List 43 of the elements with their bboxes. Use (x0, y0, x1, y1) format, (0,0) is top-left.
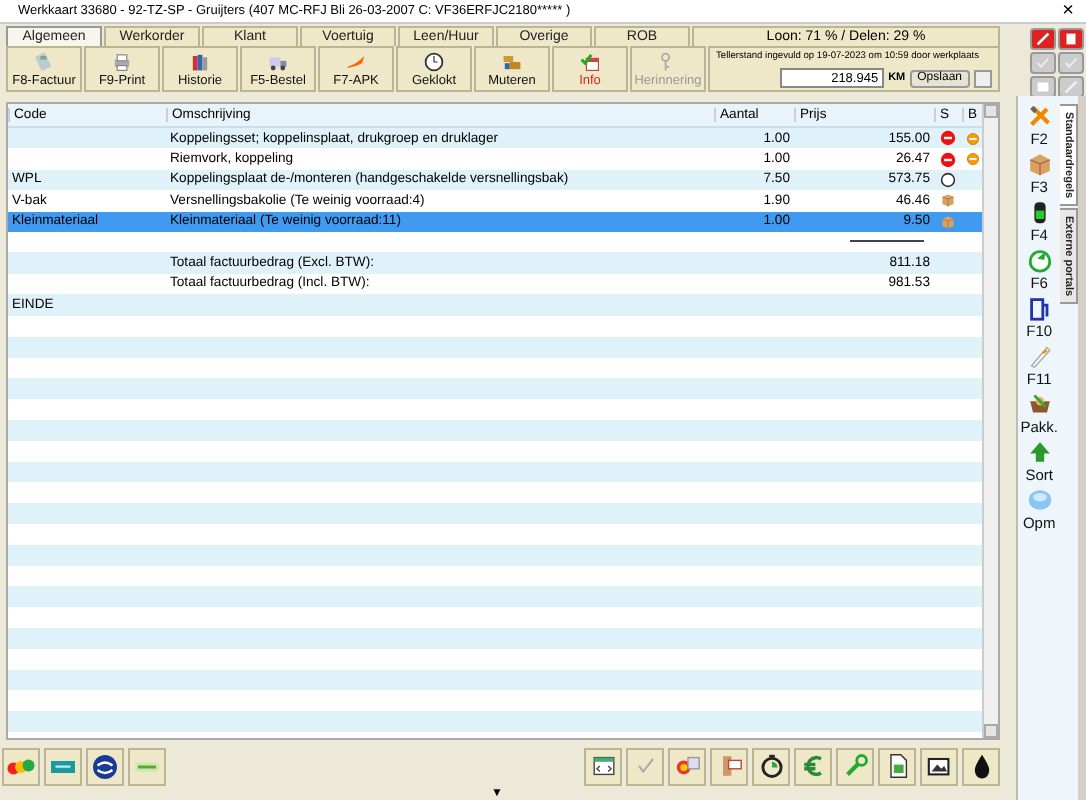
pen-icon (1025, 342, 1054, 370)
clock-icon (1025, 246, 1054, 274)
basket-icon (1025, 390, 1054, 418)
corner-button[interactable] (1058, 76, 1084, 98)
euro-icon (799, 752, 827, 780)
corner-button[interactable] (1030, 28, 1056, 50)
box-icon (940, 213, 956, 230)
calendar-check-icon (578, 50, 602, 74)
stopwatch-icon (757, 752, 785, 780)
error-icon (940, 130, 956, 147)
books-icon (188, 50, 212, 74)
lock-button[interactable] (974, 69, 992, 87)
tools-icon (1025, 102, 1054, 130)
box-icon (1025, 150, 1054, 178)
wrench-icon (841, 752, 869, 780)
corner-button[interactable] (1058, 28, 1084, 50)
page-icon (1034, 78, 1052, 96)
corner-button[interactable] (1058, 52, 1084, 74)
corner-button[interactable] (1030, 52, 1056, 74)
box-icon (940, 192, 956, 209)
clock-icon (940, 171, 956, 188)
tool-button[interactable] (920, 747, 958, 785)
swirl-logo-icon (90, 751, 120, 781)
close-button[interactable]: × (1062, 1, 1074, 21)
arrow-icon (1025, 438, 1054, 466)
page-icon (1062, 30, 1080, 48)
code-window-icon (589, 752, 617, 780)
corner-button[interactable] (1030, 76, 1056, 98)
tool-button[interactable] (752, 747, 790, 785)
clock-icon (422, 50, 446, 74)
warning-icon (966, 152, 980, 167)
scrollbar[interactable] (982, 104, 998, 738)
fuel-pump-icon (1025, 294, 1054, 322)
printer-icon (110, 50, 134, 74)
picture-frame-icon (925, 752, 953, 780)
warning-icon (966, 131, 980, 146)
error-icon (940, 151, 956, 168)
tool-button[interactable] (878, 747, 916, 785)
boxes-icon (500, 50, 524, 74)
shortcut-button[interactable] (86, 747, 124, 785)
tool-button[interactable] (962, 747, 1000, 785)
tool-button[interactable] (584, 747, 622, 785)
bubble-icon (1025, 486, 1054, 514)
